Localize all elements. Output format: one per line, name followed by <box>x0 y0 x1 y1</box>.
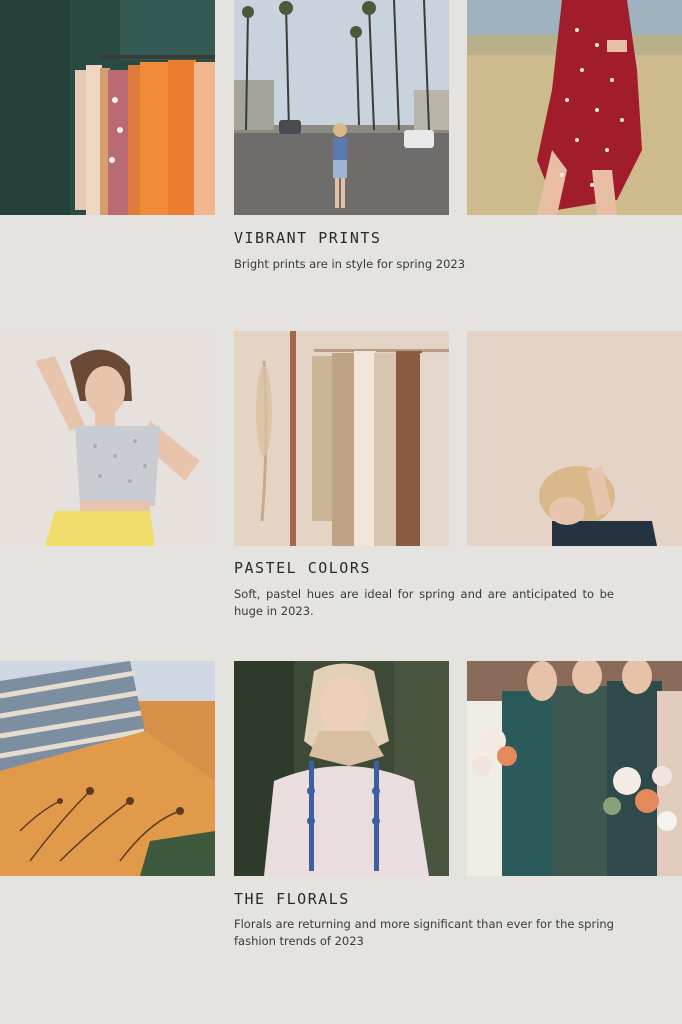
woman-headscarf-photo <box>234 661 449 876</box>
bridesmaids-bouquets-photo <box>467 661 682 876</box>
clothing-rack-photo <box>0 0 215 215</box>
section-pastel-colors: PASTEL COLORS Soft, pastel hues are idea… <box>0 331 682 661</box>
section-title: PASTEL COLORS <box>234 559 371 577</box>
woman-yellow-skirt-photo <box>0 331 215 546</box>
knitwear-rack-photo <box>234 331 449 546</box>
street-palm-trees-photo <box>234 0 449 215</box>
section-description: Bright prints are in style for spring 20… <box>234 257 466 271</box>
image-row <box>0 331 682 546</box>
section-description: Soft, pastel hues are ideal for spring a… <box>234 587 614 618</box>
section-vibrant-prints: VIBRANT PRINTS Bright prints are in styl… <box>0 0 682 330</box>
image-row <box>0 661 682 876</box>
section-title: VIBRANT PRINTS <box>234 229 382 247</box>
floral-fabric-photo <box>0 661 215 876</box>
blonde-woman-photo <box>467 331 682 546</box>
section-title: THE FLORALS <box>234 890 350 908</box>
image-row <box>0 0 682 215</box>
section-the-florals: THE FLORALS Florals are returning and mo… <box>0 661 682 991</box>
section-description: Florals are returning and more significa… <box>234 917 614 948</box>
polka-dot-dress-photo <box>467 0 682 215</box>
